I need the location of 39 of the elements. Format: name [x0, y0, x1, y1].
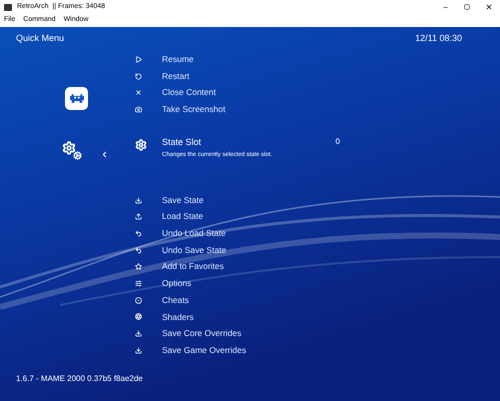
app-icon	[4, 4, 12, 10]
menu-item[interactable]: Options	[162, 277, 192, 290]
play-icon	[135, 56, 142, 63]
menu-item[interactable]: Restart	[162, 70, 190, 82]
menu-item[interactable]: Save Core Overrides	[162, 327, 242, 340]
restart-icon	[135, 72, 142, 80]
invader-icon	[70, 94, 84, 103]
undo-icon	[135, 230, 142, 237]
menu-item[interactable]: State Slot	[162, 134, 272, 149]
menu-item[interactable]: Undo Load State	[162, 227, 226, 240]
circle-dot-icon	[135, 296, 142, 304]
menu-item[interactable]: Cheats	[162, 294, 189, 307]
undo-icon	[135, 246, 142, 254]
version-text: 1.6.7 - MAME 2000 0.37b5 f8ae2de	[16, 374, 143, 383]
maximize-icon	[464, 4, 470, 10]
upload-icon	[135, 213, 142, 220]
menu-item[interactable]: Save State	[162, 194, 204, 206]
download-icon	[135, 196, 142, 204]
camera-icon	[135, 106, 142, 113]
menu-item[interactable]: Undo Save State	[162, 244, 226, 257]
settings-icon	[62, 141, 82, 160]
menu-item[interactable]: Save Game Overrides	[162, 344, 246, 357]
item-value: 0	[336, 136, 340, 148]
menu-item[interactable]: Load State	[162, 210, 204, 224]
clock: 12/11 08:30	[415, 32, 462, 46]
aperture-icon	[135, 313, 142, 320]
menu-item[interactable]: Take Screenshot	[162, 103, 226, 116]
star-icon	[135, 263, 142, 270]
menu-item[interactable]: Resume	[162, 52, 194, 66]
settings-icon	[135, 138, 147, 151]
menu-item[interactable]: Close Content	[162, 86, 216, 100]
menu-item[interactable]: Add to Favorites	[162, 260, 224, 274]
close-icon	[485, 3, 493, 11]
close-icon	[135, 89, 142, 96]
download-icon	[135, 346, 142, 354]
menu-item[interactable]: Shaders	[162, 310, 194, 324]
download-icon	[135, 330, 142, 338]
sliders-icon	[135, 280, 142, 288]
menu-title: Quick Menu	[16, 32, 64, 46]
